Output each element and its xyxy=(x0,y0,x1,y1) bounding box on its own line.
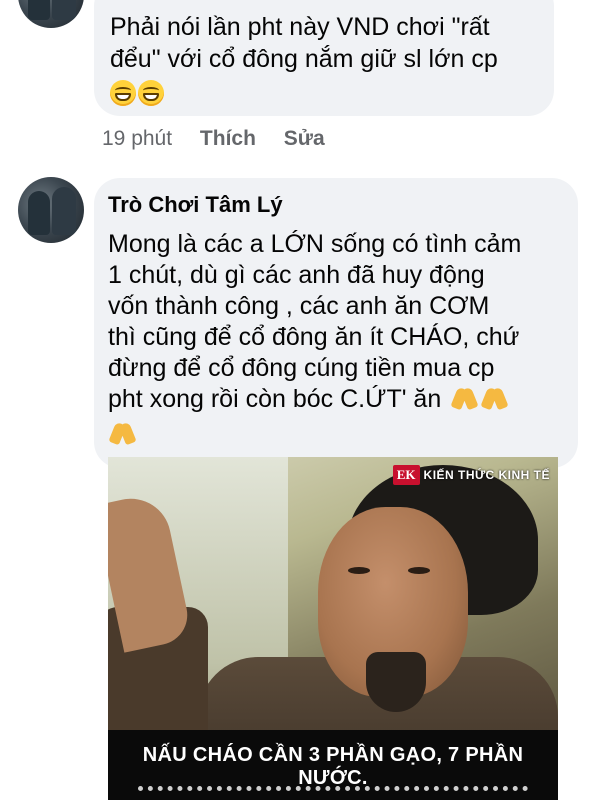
comment-attached-image[interactable]: EK KIẾN THỨC KINH TẾ NẤU CHÁO CẦN 3 PHẦN… xyxy=(108,457,558,800)
avatar-figure xyxy=(52,187,76,235)
image-caption-overflow xyxy=(138,786,528,797)
commenter-avatar[interactable] xyxy=(18,0,84,28)
image-figure-eye xyxy=(348,567,370,574)
avatar-figure xyxy=(28,0,50,20)
comment-time[interactable]: 19 phút xyxy=(102,127,172,150)
comment-text-line-with-emoji: pht xong rồi còn bóc C.ỨT' ăn xyxy=(108,384,508,415)
grinning-face-icon xyxy=(138,80,164,106)
comment-text-line: vốn thành công , các anh ăn CƠM xyxy=(108,292,490,320)
comment-actions: 19 phút Thích Sửa xyxy=(102,127,347,151)
comment-bubble[interactable]: Trò Chơi Tâm Lý Mong là các a LỚN sống c… xyxy=(94,178,578,468)
image-figure-eye xyxy=(408,567,430,574)
folded-hands-icon xyxy=(452,385,478,411)
grinning-face-icon xyxy=(110,80,136,106)
like-button[interactable]: Thích xyxy=(200,127,256,150)
watermark-logo: EK xyxy=(392,465,420,485)
comment-text-line: thì cũng để cổ đông ăn ít CHÁO, chứ xyxy=(108,323,520,351)
emoji-row xyxy=(110,80,166,107)
comment-bubble[interactable]: Phải nói lần pht này VND chơi "rất đểu" … xyxy=(94,0,554,116)
image-figure-beard xyxy=(366,652,426,712)
avatar-figure xyxy=(52,0,76,20)
emoji-row xyxy=(106,420,136,447)
image-caption: NẤU CHÁO CẦN 3 PHẦN GẠO, 7 PHẦN NƯỚC. xyxy=(142,744,524,789)
folded-hands-icon xyxy=(482,385,508,411)
comment-author[interactable]: Trò Chơi Tâm Lý xyxy=(108,192,283,218)
comment-text-line: đểu" với cổ đông nắm giữ sl lớn cp xyxy=(110,45,498,73)
comment-text-line: đừng để cổ đông cúng tiền mua cp xyxy=(108,354,495,382)
edit-button[interactable]: Sửa xyxy=(284,127,325,150)
avatar-figure xyxy=(28,191,50,235)
comment-text-line: 1 chút, dù gì các anh đã huy động xyxy=(108,261,485,289)
commenter-avatar[interactable] xyxy=(18,177,84,243)
comment-text-line: pht xong rồi còn bóc C.ỨT' ăn xyxy=(108,385,442,413)
folded-hands-icon xyxy=(110,420,136,446)
image-caption-band: NẤU CHÁO CẦN 3 PHẦN GẠO, 7 PHẦN NƯỚC. xyxy=(108,730,558,800)
comment-text-line: Phải nói lần pht này VND chơi "rất xyxy=(110,13,490,41)
comment-text-line: Mong là các a LỚN sống có tình cảm xyxy=(108,230,522,258)
image-watermark: EK KIẾN THỨC KINH TẾ xyxy=(392,463,550,487)
watermark-text: KIẾN THỨC KINH TẾ xyxy=(423,468,550,482)
